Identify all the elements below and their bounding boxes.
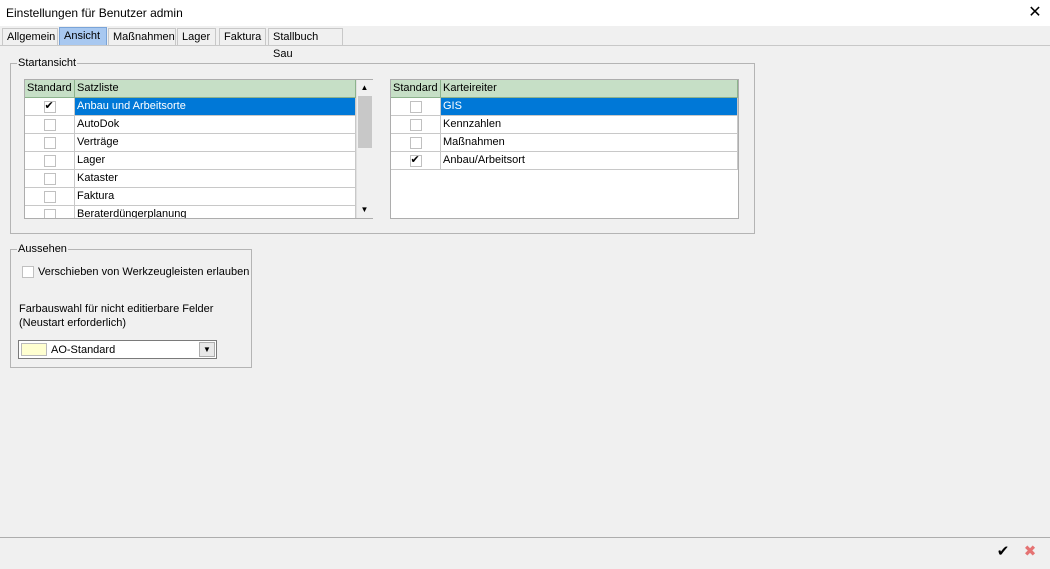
satzliste-name: Faktura <box>75 188 356 205</box>
standard-checkbox[interactable] <box>43 154 56 167</box>
tab-massnahmen[interactable]: Maßnahmen <box>108 28 176 45</box>
standard-checkbox[interactable] <box>409 153 422 167</box>
karteireiter-name: Maßnahmen <box>441 134 738 151</box>
satzliste-name: Beraterdüngerplanung <box>75 206 356 218</box>
standard-checkbox[interactable] <box>43 172 56 185</box>
satzliste-grid: Standard Satzliste Anbau und Arbeitsorte… <box>24 79 373 219</box>
header-standard[interactable]: Standard <box>25 80 75 97</box>
satzliste-row[interactable]: Anbau und Arbeitsorte <box>25 98 372 116</box>
satzliste-name: Kataster <box>75 170 356 187</box>
tab-bar: Allgemein Ansicht Maßnahmen Lager Faktur… <box>0 26 1050 60</box>
header-karteireiter[interactable]: Karteireiter <box>441 80 738 97</box>
standard-checkbox[interactable] <box>43 208 56 218</box>
toolbar-move-label: Verschieben von Werkzeugleisten erlauben <box>38 266 250 278</box>
satzliste-name: AutoDok <box>75 116 356 133</box>
satzliste-row[interactable]: Faktura <box>25 188 372 206</box>
standard-cell <box>391 116 441 133</box>
tab-divider <box>0 45 1050 46</box>
satzliste-row[interactable]: Verträge <box>25 134 372 152</box>
color-label-line1: Farbauswahl für nicht editierbare Felder <box>19 303 214 315</box>
satzliste-header: Standard Satzliste <box>25 80 372 98</box>
tab-allgemein[interactable]: Allgemein <box>2 28 58 45</box>
footer-bar: ✔ ✖ <box>0 538 1050 569</box>
startansicht-label: Startansicht <box>17 57 78 69</box>
satzliste-name: Anbau und Arbeitsorte <box>75 98 356 115</box>
scroll-up-icon[interactable]: ▲ <box>357 80 372 95</box>
standard-cell <box>391 152 441 169</box>
tab-faktura[interactable]: Faktura <box>219 28 266 45</box>
standard-checkbox[interactable] <box>409 136 422 149</box>
title-bar: Einstellungen für Benutzer admin ✕ <box>0 0 1050 26</box>
satzliste-row[interactable]: Kataster <box>25 170 372 188</box>
karteireiter-row[interactable]: Maßnahmen <box>391 134 738 152</box>
standard-checkbox[interactable] <box>43 190 56 203</box>
standard-cell <box>25 152 75 169</box>
satzliste-name: Lager <box>75 152 356 169</box>
karteireiter-row[interactable]: GIS <box>391 98 738 116</box>
standard-cell <box>391 134 441 151</box>
color-label-line2: (Neustart erforderlich) <box>19 317 126 329</box>
standard-cell <box>25 116 75 133</box>
satzliste-row[interactable]: Beraterdüngerplanung <box>25 206 372 218</box>
window-title: Einstellungen für Benutzer admin <box>6 6 183 20</box>
standard-cell <box>25 206 75 218</box>
karteireiter-name: GIS <box>441 98 738 115</box>
color-select[interactable]: AO-Standard ▼ <box>18 340 217 359</box>
standard-cell <box>25 134 75 151</box>
karteireiter-row[interactable]: Anbau/Arbeitsort <box>391 152 738 170</box>
karteireiter-header: Standard Karteireiter <box>391 80 738 98</box>
satzliste-name: Verträge <box>75 134 356 151</box>
standard-checkbox[interactable] <box>43 136 56 149</box>
header-standard[interactable]: Standard <box>391 80 441 97</box>
standard-checkbox[interactable] <box>409 118 422 131</box>
satzliste-row[interactable]: Lager <box>25 152 372 170</box>
aussehen-label: Aussehen <box>17 243 68 255</box>
standard-cell <box>25 188 75 205</box>
color-swatch <box>21 343 47 356</box>
standard-cell <box>391 98 441 115</box>
chevron-down-icon[interactable]: ▼ <box>199 342 215 357</box>
standard-checkbox[interactable] <box>43 118 56 131</box>
ok-check-icon[interactable]: ✔ <box>992 541 1014 563</box>
satzliste-scrollbar[interactable]: ▲ ▼ <box>356 80 373 218</box>
standard-cell <box>25 170 75 187</box>
standard-checkbox[interactable] <box>43 99 56 113</box>
tab-ansicht[interactable]: Ansicht <box>59 27 107 46</box>
standard-checkbox[interactable] <box>409 100 422 113</box>
scroll-thumb[interactable] <box>358 96 372 148</box>
close-icon[interactable]: ✕ <box>1020 0 1050 26</box>
karteireiter-name: Kennzahlen <box>441 116 738 133</box>
standard-cell <box>25 98 75 115</box>
tab-lager[interactable]: Lager <box>177 28 216 45</box>
karteireiter-name: Anbau/Arbeitsort <box>441 152 738 169</box>
cancel-x-icon[interactable]: ✖ <box>1019 541 1041 563</box>
color-select-value: AO-Standard <box>51 344 116 356</box>
scroll-down-icon[interactable]: ▼ <box>357 202 372 217</box>
header-satzliste[interactable]: Satzliste <box>75 80 356 97</box>
karteireiter-row[interactable]: Kennzahlen <box>391 116 738 134</box>
toolbar-move-checkbox[interactable] <box>22 266 34 278</box>
tab-stallbuch-sau[interactable]: Stallbuch Sau <box>268 28 343 60</box>
satzliste-row[interactable]: AutoDok <box>25 116 372 134</box>
karteireiter-grid: Standard Karteireiter GIS Kennzahlen Maßna… <box>390 79 739 219</box>
